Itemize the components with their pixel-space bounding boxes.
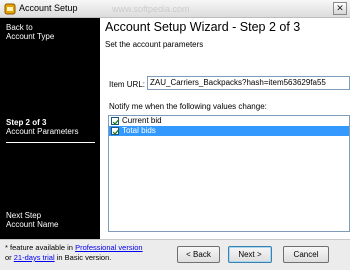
list-item-label: Total bids	[122, 126, 156, 135]
values-checklist[interactable]: Current bid Total bids	[108, 115, 350, 232]
note-prefix: * feature available in	[5, 243, 73, 252]
current-step-line1: Step 2 of 3	[6, 118, 47, 127]
list-item-current-bid[interactable]: Current bid	[109, 116, 349, 126]
list-item-label: Current bid	[122, 116, 162, 125]
item-url-label: Item URL:	[109, 80, 146, 89]
back-step-link[interactable]: Back to Account Type	[6, 23, 54, 41]
cancel-button[interactable]: Cancel	[283, 246, 329, 263]
checkmark-icon	[112, 129, 120, 135]
checkbox-total-bids[interactable]	[111, 127, 120, 135]
professional-version-link[interactable]: Professional version	[75, 243, 143, 252]
notify-label: Notify me when the following values chan…	[109, 102, 267, 111]
page-subtitle: Set the account parameters	[105, 40, 204, 49]
close-icon: ✕	[336, 3, 344, 13]
window-title: Account Setup	[19, 3, 78, 13]
note-or: or	[5, 253, 12, 262]
item-url-field[interactable]: ZAU_Carriers_Backpacks?hash=item563629fa…	[147, 76, 350, 90]
page-title: Account Setup Wizard - Step 2 of 3	[105, 20, 301, 34]
current-step-line2: Account Parameters	[6, 127, 79, 136]
wizard-content: Account Setup Wizard - Step 2 of 3 Set t…	[100, 18, 350, 239]
close-button[interactable]: ✕	[333, 2, 347, 15]
footer-bar: * feature available in Professional vers…	[0, 239, 350, 270]
next-button[interactable]: Next >	[228, 246, 272, 263]
app-icon	[4, 3, 16, 15]
next-step-line2: Account Name	[6, 220, 59, 229]
back-step-line1: Back to	[6, 23, 33, 32]
checkmark-icon	[112, 119, 120, 125]
trial-link[interactable]: 21-days trial	[14, 253, 55, 262]
watermark: www.softpedia.com	[112, 4, 190, 14]
list-item-total-bids[interactable]: Total bids	[109, 126, 349, 136]
checkbox-current-bid[interactable]	[111, 117, 120, 125]
wizard-steps-sidebar: Back to Account Type Step 2 of 3 Account…	[0, 18, 100, 239]
next-step-info: Next Step Account Name	[6, 211, 58, 229]
next-step-line1: Next Step	[6, 211, 42, 220]
note-suffix: in Basic version.	[56, 253, 112, 262]
current-step: Step 2 of 3 Account Parameters	[6, 118, 94, 136]
back-step-line2: Account Type	[6, 32, 55, 41]
title-bar: Account Setup www.softpedia.com ✕	[0, 0, 350, 18]
current-step-underline	[6, 142, 95, 143]
feature-note: * feature available in Professional vers…	[5, 243, 143, 263]
back-button[interactable]: < Back	[177, 246, 220, 263]
